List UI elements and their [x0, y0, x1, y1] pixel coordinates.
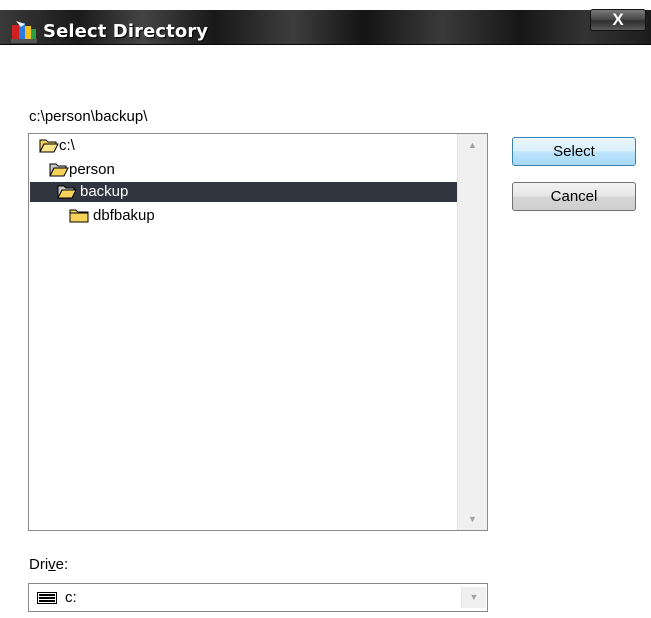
window-title: Select Directory — [43, 21, 209, 42]
drive-label-post: e: — [55, 556, 69, 573]
title-bar[interactable]: Select Directory X — [0, 0, 651, 45]
folder-open-icon — [49, 163, 69, 177]
drive-label: Drive: — [29, 556, 68, 573]
tree-item-label: dbfbakup — [93, 207, 155, 224]
current-path-label: c:\person\backup\ — [29, 108, 148, 125]
tree-item-root[interactable]: c:\ — [37, 136, 457, 156]
tree-scrollbar[interactable]: ▲ ▼ — [457, 134, 487, 530]
scroll-up-arrow-icon[interactable]: ▲ — [458, 136, 487, 154]
tree-item-dbfbakup[interactable]: dbfbakup — [67, 206, 457, 226]
drive-select[interactable]: c: ▼ — [28, 583, 488, 612]
tree-item-person[interactable]: person — [47, 160, 457, 180]
drive-label-pre: Dri — [29, 556, 49, 573]
directory-tree[interactable]: c:\ person backup dbfbakup — [28, 133, 488, 531]
tree-item-backup[interactable]: backup — [30, 182, 457, 202]
folder-open-icon — [57, 185, 77, 199]
scroll-down-arrow-icon[interactable]: ▼ — [458, 510, 487, 528]
folder-open-icon — [39, 139, 59, 153]
tree-item-label: c:\ — [59, 137, 75, 154]
hard-drive-icon — [37, 592, 57, 604]
close-button[interactable]: X — [590, 9, 646, 31]
folder-closed-icon — [69, 209, 89, 223]
tree-item-label: backup — [80, 183, 129, 200]
drive-label-accelerator: v — [48, 556, 56, 573]
select-directory-dialog: Select Directory X c:\person\backup\ c:\… — [0, 0, 651, 618]
app-icon — [11, 21, 37, 43]
select-button[interactable]: Select — [512, 137, 636, 166]
drive-value: c: — [65, 589, 77, 606]
cancel-button[interactable]: Cancel — [512, 182, 636, 211]
chevron-down-icon[interactable]: ▼ — [461, 587, 486, 608]
close-icon: X — [612, 10, 624, 29]
tree-item-label: person — [69, 161, 115, 178]
